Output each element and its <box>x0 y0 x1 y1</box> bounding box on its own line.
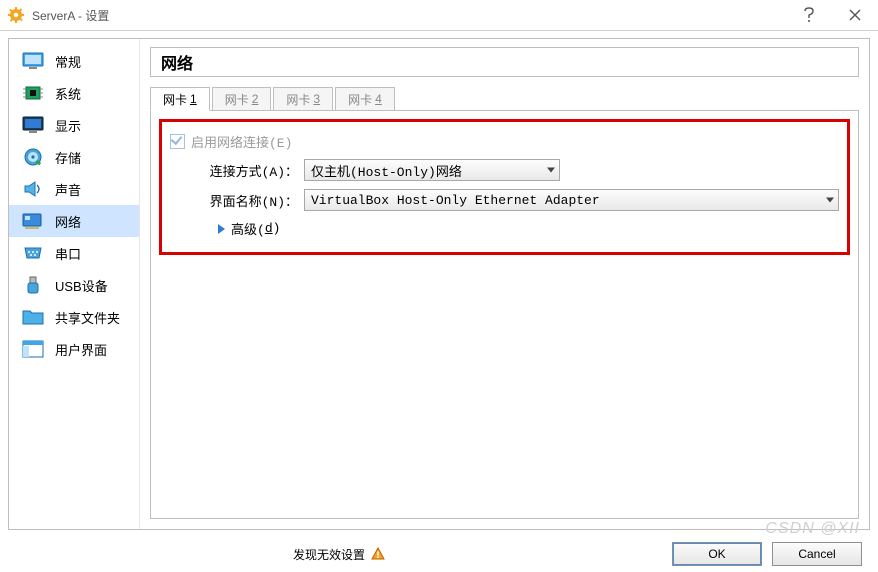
panel-heading: 网络 <box>150 47 859 77</box>
app-gear-icon <box>8 7 24 23</box>
serial-port-icon <box>21 244 45 262</box>
interface-name-label: 界面名称(N)： <box>188 191 298 210</box>
ok-button[interactable]: OK <box>672 542 762 566</box>
sidebar-label: USB设备 <box>55 276 108 295</box>
enable-network-label: 启用网络连接(E) <box>191 132 292 151</box>
sidebar-label: 网络 <box>55 212 81 231</box>
sidebar-item-display[interactable]: 显示 <box>9 109 139 141</box>
usb-icon <box>21 276 45 294</box>
advanced-suffix: ) <box>273 221 281 236</box>
titlebar: ServerA - 设置 <box>0 0 878 31</box>
sidebar-item-general[interactable]: 常规 <box>9 45 139 77</box>
chevron-down-icon <box>826 198 834 203</box>
dialog-footer: 发现无效设置 OK Cancel <box>0 536 878 572</box>
sidebar-label: 串口 <box>55 244 81 263</box>
chevron-down-icon <box>547 168 555 173</box>
interface-name-value: VirtualBox Host-Only Ethernet Adapter <box>311 193 600 208</box>
storage-disk-icon <box>21 148 45 166</box>
advanced-hotkey: d <box>265 221 273 236</box>
status-area: 发现无效设置 <box>16 546 662 563</box>
tab-adapter-4[interactable]: 网卡 4 <box>335 87 395 111</box>
system-chip-icon <box>21 84 45 102</box>
sidebar-label: 声音 <box>55 180 81 199</box>
sidebar-label: 常规 <box>55 52 81 71</box>
shared-folder-icon <box>21 308 45 326</box>
attach-mode-combobox[interactable]: 仅主机(Host-Only)网络 <box>304 159 560 181</box>
advanced-toggle[interactable]: 高级(d) <box>218 219 839 238</box>
interface-name-combobox[interactable]: VirtualBox Host-Only Ethernet Adapter <box>304 189 839 211</box>
settings-sidebar: 常规 系统 显示 存储 声音 网络 <box>9 39 140 529</box>
settings-panel: 网络 网卡 1 网卡 2 网卡 3 网卡 4 启用网络连接(E) 连接方式(A)… <box>140 39 869 529</box>
adapter-tab-body: 启用网络连接(E) 连接方式(A)： 仅主机(Host-Only)网络 界面名称… <box>150 111 859 519</box>
sidebar-item-audio[interactable]: 声音 <box>9 173 139 205</box>
adapter-tabs: 网卡 1 网卡 2 网卡 3 网卡 4 <box>150 87 859 111</box>
general-monitor-icon <box>21 52 45 70</box>
cancel-button[interactable]: Cancel <box>772 542 862 566</box>
attach-mode-value: 仅主机(Host-Only)网络 <box>311 161 462 180</box>
sidebar-item-network[interactable]: 网络 <box>9 205 139 237</box>
advanced-prefix: 高级( <box>231 219 265 238</box>
sidebar-item-ui[interactable]: 用户界面 <box>9 333 139 365</box>
settings-frame: 常规 系统 显示 存储 声音 网络 <box>8 38 870 530</box>
close-button[interactable] <box>832 0 878 30</box>
sidebar-item-serial[interactable]: 串口 <box>9 237 139 269</box>
sidebar-label: 用户界面 <box>55 340 107 359</box>
tab-adapter-1[interactable]: 网卡 1 <box>150 87 210 111</box>
tab-adapter-3[interactable]: 网卡 3 <box>273 87 333 111</box>
sidebar-item-usb[interactable]: USB设备 <box>9 269 139 301</box>
warning-icon[interactable] <box>371 547 385 561</box>
interface-name-row: 界面名称(N)： VirtualBox Host-Only Ethernet A… <box>188 189 839 211</box>
sidebar-item-system[interactable]: 系统 <box>9 77 139 109</box>
sidebar-label: 系统 <box>55 84 81 103</box>
attach-mode-row: 连接方式(A)： 仅主机(Host-Only)网络 <box>188 159 839 181</box>
client-area: 常规 系统 显示 存储 声音 网络 <box>0 30 878 536</box>
audio-speaker-icon <box>21 180 45 198</box>
help-button[interactable] <box>786 0 832 30</box>
sidebar-label: 存储 <box>55 148 81 167</box>
window-title: ServerA - 设置 <box>32 7 109 24</box>
triangle-right-icon <box>218 224 225 234</box>
tab-adapter-2[interactable]: 网卡 2 <box>212 87 272 111</box>
highlight-region: 启用网络连接(E) 连接方式(A)： 仅主机(Host-Only)网络 界面名称… <box>159 119 850 255</box>
sidebar-label: 共享文件夹 <box>55 308 120 327</box>
enable-network-row: 启用网络连接(E) <box>170 132 839 151</box>
attach-mode-label: 连接方式(A)： <box>188 161 298 180</box>
status-text: 发现无效设置 <box>293 546 365 563</box>
ui-layout-icon <box>21 340 45 358</box>
network-card-icon <box>21 212 45 230</box>
sidebar-item-storage[interactable]: 存储 <box>9 141 139 173</box>
sidebar-label: 显示 <box>55 116 81 135</box>
enable-network-checkbox[interactable] <box>170 134 185 149</box>
sidebar-item-shared[interactable]: 共享文件夹 <box>9 301 139 333</box>
display-icon <box>21 116 45 134</box>
